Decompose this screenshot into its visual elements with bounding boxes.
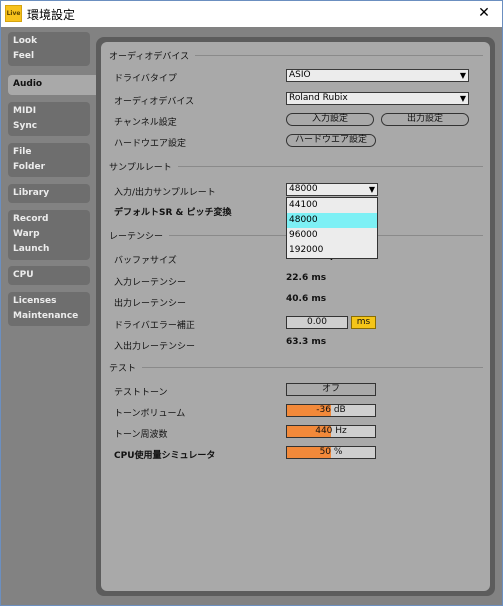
- client-area: Look Feel Audio MIDI Sync File Folder Li…: [1, 27, 502, 605]
- slider-value: -36 dB: [316, 405, 346, 415]
- test-tone-label: テストトーン: [114, 388, 168, 398]
- audio-device-select[interactable]: Roland Rubix ▼: [286, 92, 469, 105]
- test-tone-toggle[interactable]: オフ: [286, 383, 376, 396]
- tab-label: Sync: [13, 121, 38, 131]
- title-bar: Live 環境設定 ✕: [1, 1, 502, 27]
- sample-rate-option-selected[interactable]: 48000: [287, 213, 377, 228]
- driver-error-input[interactable]: 0.00: [286, 316, 348, 329]
- tab-label: MIDI: [13, 106, 37, 116]
- tab-licenses-maintenance[interactable]: Licenses Maintenance: [8, 292, 90, 326]
- section-title: オーディオデバイス: [109, 49, 196, 62]
- output-latency-value: 40.6 ms: [286, 294, 327, 304]
- overall-latency-value: 63.3 ms: [286, 337, 327, 347]
- dropdown-arrow-icon: ▼: [459, 71, 466, 80]
- sample-rate-option[interactable]: 192000: [287, 243, 377, 258]
- tab-label: Look: [13, 36, 38, 46]
- dropdown-arrow-icon: ▼: [368, 185, 375, 194]
- output-setting-button[interactable]: 出力設定: [381, 113, 469, 126]
- audio-device-value: Roland Rubix: [289, 93, 348, 103]
- slider-value: 440 Hz: [315, 426, 347, 436]
- io-sample-rate-label: 入力/出力サンプルレート: [114, 188, 216, 198]
- driver-error-label: ドライバエラー補正: [114, 321, 195, 331]
- driver-type-label: ドライバタイプ: [114, 74, 177, 84]
- tab-label: Maintenance: [13, 311, 79, 321]
- hardware-setting-label: ハードウエア設定: [114, 139, 187, 149]
- tab-label: Record: [13, 214, 49, 224]
- sample-rate-dropdown-list: 44100 48000 96000 192000: [286, 197, 378, 259]
- section-title: テスト: [109, 361, 143, 374]
- dropdown-arrow-icon: ▼: [459, 94, 466, 103]
- tab-label: CPU: [13, 270, 34, 280]
- preferences-window: Live 環境設定 ✕ Look Feel Audio MIDI Sync Fi…: [0, 0, 503, 606]
- tab-label: Library: [13, 188, 50, 198]
- io-sample-rate-select[interactable]: 48000 ▼: [286, 183, 378, 196]
- default-sr-label: デフォルトSR & ピッチ変換: [114, 208, 232, 218]
- driver-type-select[interactable]: ASIO ▼: [286, 69, 469, 82]
- driver-error-unit-button[interactable]: ms: [351, 316, 376, 329]
- window-title: 環境設定: [27, 8, 76, 22]
- section-test: テスト: [109, 361, 483, 374]
- cpu-simulator-slider[interactable]: 50 %: [286, 446, 376, 459]
- overall-latency-label: 入出力レーテンシー: [114, 342, 196, 352]
- audio-device-label: オーディオデバイス: [114, 97, 195, 107]
- tab-label: File: [13, 147, 32, 157]
- settings-panel: オーディオデバイス ドライバタイプ ASIO ▼ オーディオデバイス Rolan…: [96, 37, 495, 596]
- tone-frequency-slider[interactable]: 440 Hz: [286, 425, 376, 438]
- section-divider: [109, 367, 483, 368]
- tab-label: Audio: [13, 79, 43, 89]
- section-audio-device: オーディオデバイス: [109, 49, 483, 62]
- tab-library[interactable]: Library: [8, 184, 90, 203]
- input-latency-label: 入力レーテンシー: [114, 278, 187, 288]
- io-sample-rate-value: 48000: [289, 184, 318, 194]
- slider-value: 50 %: [319, 447, 343, 457]
- cpu-simulator-label: CPU使用量シミュレータ: [114, 451, 216, 461]
- hardware-setting-button[interactable]: ハードウエア設定: [286, 134, 376, 147]
- output-latency-label: 出力レーテンシー: [114, 299, 187, 309]
- tab-file-folder[interactable]: File Folder: [8, 143, 90, 177]
- live-logo-icon: Live: [5, 5, 22, 22]
- tab-label: Feel: [13, 51, 35, 61]
- tone-volume-slider[interactable]: -36 dB: [286, 404, 376, 417]
- sample-rate-option[interactable]: 44100: [287, 198, 377, 213]
- buffer-size-label: バッファサイズ: [114, 256, 177, 266]
- input-latency-value: 22.6 ms: [286, 273, 327, 283]
- tab-audio[interactable]: Audio: [8, 75, 100, 95]
- tab-label: Launch: [13, 244, 50, 254]
- tab-label: Warp: [13, 229, 40, 239]
- input-setting-button[interactable]: 入力設定: [286, 113, 374, 126]
- tone-volume-label: トーンボリューム: [114, 409, 186, 419]
- tab-midi-sync[interactable]: MIDI Sync: [8, 102, 90, 136]
- tone-frequency-label: トーン周波数: [114, 430, 168, 440]
- channel-setting-label: チャンネル設定: [114, 118, 177, 128]
- sample-rate-option[interactable]: 96000: [287, 228, 377, 243]
- section-title: レーテンシー: [109, 229, 170, 242]
- audio-settings: オーディオデバイス ドライバタイプ ASIO ▼ オーディオデバイス Rolan…: [101, 42, 490, 591]
- section-sample-rate: サンプルレート: [109, 160, 483, 173]
- tab-record-warp-launch[interactable]: Record Warp Launch: [8, 210, 90, 260]
- close-button[interactable]: ✕: [474, 4, 494, 22]
- section-title: サンプルレート: [109, 160, 178, 173]
- driver-type-value: ASIO: [289, 70, 311, 80]
- tab-look-feel[interactable]: Look Feel: [8, 32, 90, 66]
- tab-label: Licenses: [13, 296, 57, 306]
- tab-label: Folder: [13, 162, 46, 172]
- tab-cpu[interactable]: CPU: [8, 266, 90, 285]
